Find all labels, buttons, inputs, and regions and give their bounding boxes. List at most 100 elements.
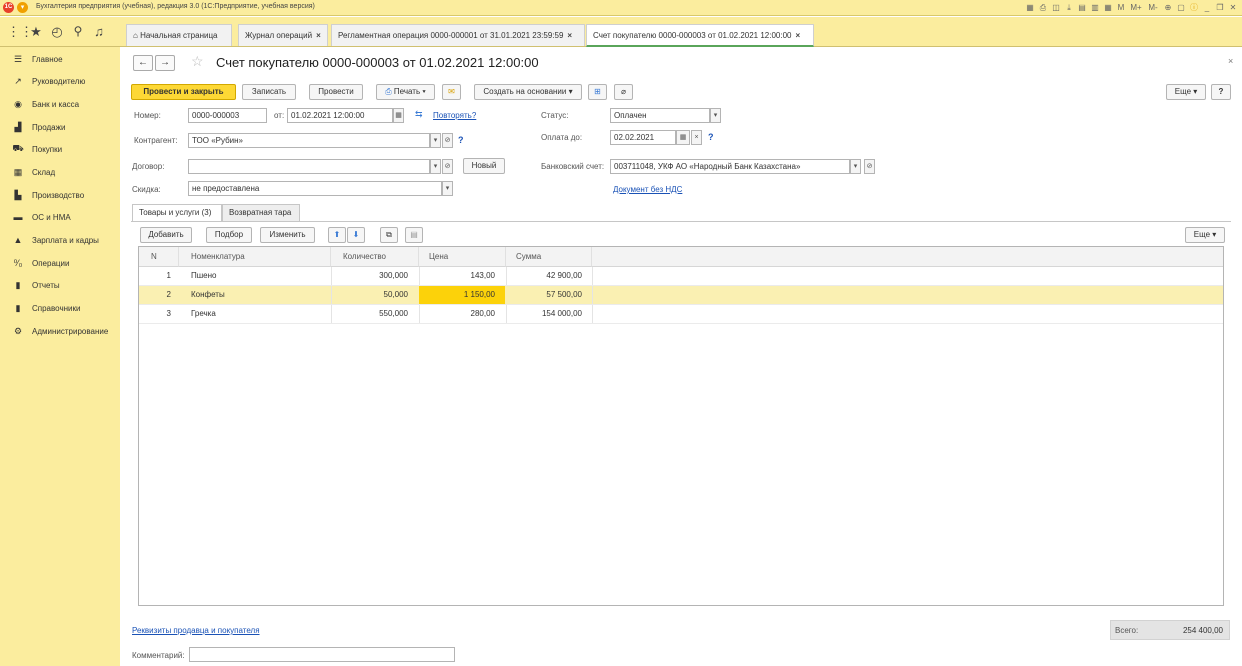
tab-returnable-packaging[interactable]: Возвратная тара: [222, 204, 300, 221]
cell-item[interactable]: Пшено: [191, 267, 321, 285]
contract-dropdown-button[interactable]: ▾: [430, 159, 441, 174]
select-button[interactable]: Подбор: [206, 227, 252, 243]
cell-sum[interactable]: 42 900,00: [506, 267, 582, 285]
pay-until-clear-button[interactable]: ×: [691, 130, 702, 145]
post-button[interactable]: Провести: [309, 84, 363, 100]
grid-icon[interactable]: ▦: [1025, 3, 1035, 12]
add-row-button[interactable]: Добавить: [140, 227, 192, 243]
save-button[interactable]: Записать: [242, 84, 296, 100]
download-icon[interactable]: ⤓: [1064, 3, 1074, 13]
change-button[interactable]: Изменить: [260, 227, 315, 243]
tab-routine-operation[interactable]: Регламентная операция 0000-000001 от 31.…: [331, 24, 585, 46]
memory-button[interactable]: M: [1116, 3, 1126, 12]
table-icon[interactable]: ▦: [1103, 3, 1113, 12]
comment-field[interactable]: [189, 647, 455, 662]
doc-icon[interactable]: ▤: [1077, 3, 1087, 12]
apps-grid-icon[interactable]: ⋮⋮: [7, 24, 33, 40]
sidebar-item-salary[interactable]: ▲ Зарплата и кадры: [0, 229, 120, 251]
zoom-icon[interactable]: ⊕: [1163, 3, 1173, 12]
table-row[interactable]: 1 Пшено 300,000 143,00 42 900,00: [139, 267, 1223, 286]
structure-button[interactable]: ⊞: [588, 84, 607, 100]
help-question-icon[interactable]: ?: [708, 132, 714, 142]
sidebar-item-directories[interactable]: ▮ Справочники: [0, 297, 120, 319]
sidebar-item-reports[interactable]: ▮ Отчеты: [0, 274, 120, 296]
repeat-link[interactable]: Повторять?: [433, 111, 476, 120]
sidebar-item-main[interactable]: ☰ Главное: [0, 48, 120, 70]
status-select[interactable]: Оплачен: [610, 108, 710, 123]
number-field[interactable]: 0000-000003: [188, 108, 267, 123]
calendar-icon[interactable]: ▥: [1090, 3, 1100, 12]
tab-home[interactable]: ⌂ Начальная страница: [126, 24, 232, 46]
print-button[interactable]: ⎙ Печать ▾: [376, 84, 435, 100]
help-question-icon[interactable]: ?: [458, 135, 464, 145]
cell-sum[interactable]: 154 000,00: [506, 305, 582, 323]
counterparty-dropdown-button[interactable]: ▾: [430, 133, 441, 148]
help-button[interactable]: ?: [1211, 84, 1231, 100]
table-more-button[interactable]: Еще ▾: [1185, 227, 1225, 243]
counterparty-open-button[interactable]: ⊘: [442, 133, 453, 148]
cell-qty[interactable]: 550,000: [331, 305, 408, 323]
envelope-button[interactable]: ✉: [442, 84, 461, 100]
forward-button[interactable]: →: [155, 55, 175, 71]
close-tab-icon[interactable]: ×: [567, 31, 572, 40]
sidebar-item-purchases[interactable]: ⛟ Покупки: [0, 138, 120, 160]
cell-sum[interactable]: 57 500,00: [506, 286, 582, 304]
print-icon[interactable]: ⎙: [1038, 3, 1048, 13]
move-down-button[interactable]: ⬇: [347, 227, 365, 243]
app-logo-icon[interactable]: 1С: [3, 2, 14, 13]
cell-price[interactable]: 280,00: [419, 305, 495, 323]
column-header-sum[interactable]: Сумма: [506, 247, 592, 267]
bank-account-dropdown-button[interactable]: ▾: [850, 159, 861, 174]
back-button[interactable]: ←: [133, 55, 153, 71]
main-menu-icon[interactable]: ▾: [17, 2, 28, 13]
table-row[interactable]: 3 Гречка 550,000 280,00 154 000,00: [139, 305, 1223, 324]
sidebar-item-operations[interactable]: ⁰⁄₀ Операции: [0, 252, 120, 274]
cell-item[interactable]: Конфеты: [191, 286, 321, 304]
minimize-icon[interactable]: _: [1202, 3, 1212, 12]
memory-minus-button[interactable]: M-: [1146, 3, 1160, 12]
paste-row-button[interactable]: ▤: [405, 227, 423, 243]
date-field[interactable]: 01.02.2021 12:00:00: [287, 108, 393, 123]
move-up-button[interactable]: ⬆: [328, 227, 346, 243]
post-and-close-button[interactable]: Провести и закрыть: [131, 84, 236, 100]
cell-qty[interactable]: 50,000: [331, 286, 408, 304]
contract-open-button[interactable]: ⊘: [442, 159, 453, 174]
sidebar-item-bank[interactable]: ◉ Банк и касса: [0, 93, 120, 115]
restore-icon[interactable]: ❐: [1215, 3, 1225, 12]
sidebar-item-sales[interactable]: ▟ Продажи: [0, 116, 120, 138]
cell-qty[interactable]: 300,000: [331, 267, 408, 285]
more-button[interactable]: Еще ▾: [1166, 84, 1206, 100]
copy-row-button[interactable]: ⧉: [380, 227, 398, 243]
sidebar-item-warehouse[interactable]: ▦ Склад: [0, 161, 120, 183]
favorites-star-icon[interactable]: ★: [28, 24, 44, 40]
search-icon[interactable]: ⚲: [70, 24, 86, 38]
sidebar-item-fixed-assets[interactable]: ▬ ОС и НМА: [0, 206, 120, 228]
sidebar-item-manager[interactable]: ↗ Руководителю: [0, 70, 120, 92]
bank-account-field[interactable]: 003711048, УКФ АО «Народный Банк Казахст…: [610, 159, 850, 174]
column-header-n[interactable]: N: [139, 247, 179, 267]
notifications-bell-icon[interactable]: ♫: [91, 24, 107, 39]
tab-invoice[interactable]: Счет покупателю 0000-000003 от 01.02.202…: [586, 24, 814, 47]
column-header-item[interactable]: Номенклатура: [179, 247, 331, 267]
column-header-price[interactable]: Цена: [419, 247, 506, 267]
counterparty-field[interactable]: ТОО «Рубин»: [188, 133, 430, 148]
create-based-on-button[interactable]: Создать на основании ▾: [474, 84, 582, 100]
contract-field[interactable]: [188, 159, 430, 174]
discount-dropdown-button[interactable]: ▾: [442, 181, 453, 196]
discount-select[interactable]: не предоставлена: [188, 181, 442, 196]
close-form-icon[interactable]: ×: [1228, 56, 1233, 66]
status-dropdown-button[interactable]: ▾: [710, 108, 721, 123]
close-tab-icon[interactable]: ×: [796, 31, 801, 40]
preview-icon[interactable]: ◫: [1051, 3, 1061, 12]
history-icon[interactable]: ◴: [49, 24, 65, 40]
close-window-icon[interactable]: ✕: [1228, 3, 1238, 12]
info-icon[interactable]: ⓘ: [1189, 2, 1199, 13]
cell-item[interactable]: Гречка: [191, 305, 321, 323]
date-picker-button[interactable]: ▦: [393, 108, 404, 123]
table-row-selected[interactable]: 2 Конфеты 50,000 1 150,00 57 500,00: [139, 286, 1223, 305]
tab-operations-journal[interactable]: Журнал операций ×: [238, 24, 328, 46]
pay-until-calendar-button[interactable]: ▦: [676, 130, 690, 145]
sidebar-item-administration[interactable]: ⚙ Администрирование: [0, 320, 120, 342]
memory-plus-button[interactable]: M+: [1129, 3, 1143, 12]
favorite-star-icon[interactable]: ☆: [191, 53, 204, 70]
